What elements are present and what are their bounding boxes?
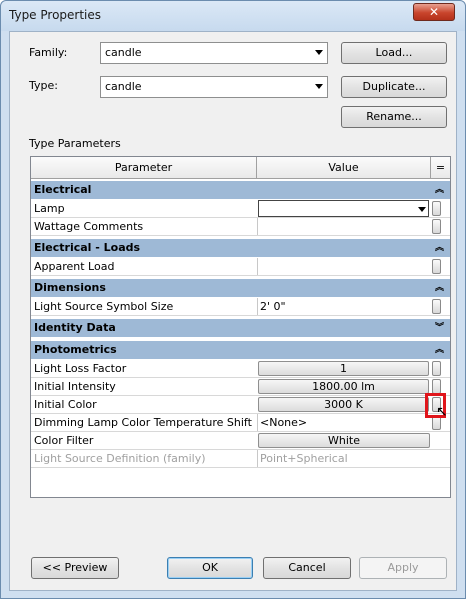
title-bar: Type Properties ✕ <box>1 1 465 31</box>
collapse-icon[interactable]: ︽ <box>435 240 444 253</box>
row-wattage-comments[interactable]: Wattage Comments <box>31 218 450 236</box>
initial-intensity-button[interactable]: 1800.00 lm <box>258 379 429 394</box>
param-value[interactable]: <None> <box>257 414 429 431</box>
group-photometrics[interactable]: Photometrics ︽ <box>31 341 450 359</box>
chevron-down-icon <box>315 84 323 89</box>
mouse-cursor-icon: ↖ <box>436 404 448 420</box>
family-value: candle <box>105 46 142 59</box>
param-name: Light Loss Factor <box>34 362 127 375</box>
group-label: Dimensions <box>34 281 106 294</box>
param-name: Light Source Symbol Size <box>34 300 174 313</box>
param-value[interactable] <box>257 218 429 235</box>
row-light-loss-factor[interactable]: Light Loss Factor 1 <box>31 360 450 378</box>
group-dimensions[interactable]: Dimensions ︽ <box>31 279 450 297</box>
duplicate-button[interactable]: Duplicate... <box>341 76 447 98</box>
param-name: Initial Color <box>34 398 97 411</box>
chevron-down-icon <box>418 207 426 212</box>
param-name: Wattage Comments <box>34 220 144 233</box>
group-identity-data[interactable]: Identity Data ︾ <box>31 319 450 337</box>
param-value[interactable] <box>257 258 429 275</box>
associate-parameter-button[interactable] <box>432 201 441 216</box>
group-label: Electrical - Loads <box>34 241 141 254</box>
rename-button[interactable]: Rename... <box>341 106 447 128</box>
parameter-grid: Parameter Value = Electrical ︽ Lamp Watt… <box>30 156 451 498</box>
param-name: Lamp <box>34 202 65 215</box>
param-name: Initial Intensity <box>34 380 116 393</box>
row-initial-color[interactable]: Initial Color 3000 K <box>31 396 450 414</box>
light-loss-factor-button[interactable]: 1 <box>258 361 429 376</box>
param-value[interactable]: 2' 0" <box>257 298 429 315</box>
collapse-icon[interactable]: ︽ <box>435 342 444 355</box>
row-apparent-load[interactable]: Apparent Load <box>31 258 450 276</box>
type-parameters-label: Type Parameters <box>29 137 121 150</box>
type-label: Type: <box>29 79 58 92</box>
row-lamp[interactable]: Lamp <box>31 200 450 218</box>
grid-header: Parameter Value = <box>31 157 450 179</box>
collapse-icon[interactable]: ︽ <box>435 182 444 195</box>
cancel-button[interactable]: Cancel <box>263 557 351 579</box>
preview-button[interactable]: << Preview <box>31 557 119 579</box>
param-name: Color Filter <box>34 434 94 447</box>
ok-button[interactable]: OK <box>167 557 253 579</box>
family-dropdown[interactable]: candle <box>100 42 328 64</box>
family-label: Family: <box>29 46 68 59</box>
column-header-formula[interactable]: = <box>431 157 450 179</box>
param-name: Dimming Lamp Color Temperature Shift <box>34 416 252 429</box>
type-value: candle <box>105 80 142 93</box>
apply-button[interactable]: Apply <box>359 557 447 579</box>
collapse-icon[interactable]: ︽ <box>435 280 444 293</box>
associate-parameter-button[interactable] <box>432 299 441 314</box>
group-label: Photometrics <box>34 343 117 356</box>
type-dropdown[interactable]: candle <box>100 76 328 98</box>
row-initial-intensity[interactable]: Initial Intensity 1800.00 lm <box>31 378 450 396</box>
group-label: Identity Data <box>34 321 116 334</box>
close-button[interactable]: ✕ <box>413 3 455 21</box>
associate-parameter-button[interactable] <box>432 361 441 376</box>
row-light-source-symbol-size[interactable]: Light Source Symbol Size 2' 0" <box>31 298 450 316</box>
associate-parameter-button[interactable] <box>432 259 441 274</box>
param-value: Point+Spherical <box>257 450 429 467</box>
color-filter-button[interactable]: White <box>258 433 430 448</box>
row-light-source-definition: Light Source Definition (family) Point+S… <box>31 450 450 468</box>
param-name: Light Source Definition (family) <box>34 452 206 465</box>
group-electrical[interactable]: Electrical ︽ <box>31 181 450 199</box>
param-name: Apparent Load <box>34 260 115 273</box>
chevron-down-icon <box>315 50 323 55</box>
load-button[interactable]: Load... <box>341 42 447 64</box>
expand-icon[interactable]: ︾ <box>435 320 444 333</box>
lamp-dropdown[interactable] <box>258 200 429 217</box>
type-properties-dialog: Type Properties ✕ Family: candle Type: c… <box>0 0 466 599</box>
initial-color-button[interactable]: 3000 K <box>258 397 429 412</box>
associate-parameter-button[interactable] <box>432 219 441 234</box>
column-header-value[interactable]: Value <box>257 157 431 179</box>
window-title: Type Properties <box>9 8 102 22</box>
group-electrical-loads[interactable]: Electrical - Loads ︽ <box>31 239 450 257</box>
row-color-filter[interactable]: Color Filter White <box>31 432 450 450</box>
associate-parameter-button[interactable] <box>432 379 441 394</box>
row-dimming-shift[interactable]: Dimming Lamp Color Temperature Shift <No… <box>31 414 450 432</box>
group-label: Electrical <box>34 183 92 196</box>
column-header-parameter[interactable]: Parameter <box>31 157 257 179</box>
